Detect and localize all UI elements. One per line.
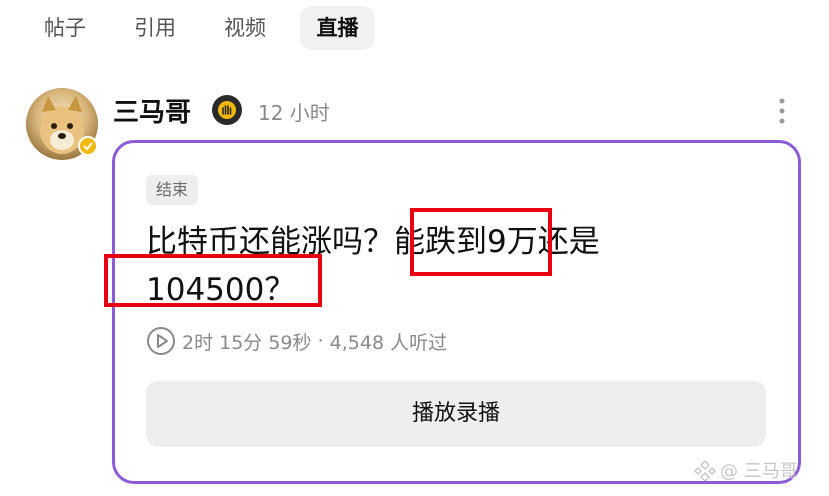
live-duration: 2时 15分 59秒 bbox=[182, 331, 312, 354]
watermark: @ 三马哥 bbox=[694, 458, 798, 482]
tab-posts[interactable]: 帖子 bbox=[30, 6, 100, 50]
highlight-box bbox=[104, 254, 322, 307]
author-name[interactable]: 三马哥 bbox=[113, 92, 191, 129]
watermark-text: @ 三马哥 bbox=[720, 461, 798, 482]
meta-separator: · bbox=[311, 330, 330, 352]
tab-bar: 帖子 引用 视频 直播 bbox=[0, 0, 829, 60]
hand-badge-icon bbox=[212, 95, 242, 125]
post-time: 12 小时 bbox=[258, 101, 330, 125]
status-badge: 结束 bbox=[146, 175, 199, 205]
live-meta: 2时 15分 59秒 · 4,548 人听过 bbox=[146, 326, 447, 356]
binance-logo-icon bbox=[694, 460, 716, 481]
replay-button[interactable]: 播放录播 bbox=[146, 381, 766, 447]
highlight-box bbox=[410, 208, 552, 276]
tab-quotes[interactable]: 引用 bbox=[120, 6, 190, 50]
play-circle-icon bbox=[147, 327, 175, 355]
verified-badge bbox=[78, 136, 98, 156]
tab-live[interactable]: 直播 bbox=[300, 6, 375, 50]
tab-videos[interactable]: 视频 bbox=[210, 6, 280, 50]
listener-count: 4,548 人听过 bbox=[329, 331, 448, 354]
more-vertical-icon[interactable] bbox=[770, 96, 794, 126]
check-icon bbox=[83, 142, 93, 151]
